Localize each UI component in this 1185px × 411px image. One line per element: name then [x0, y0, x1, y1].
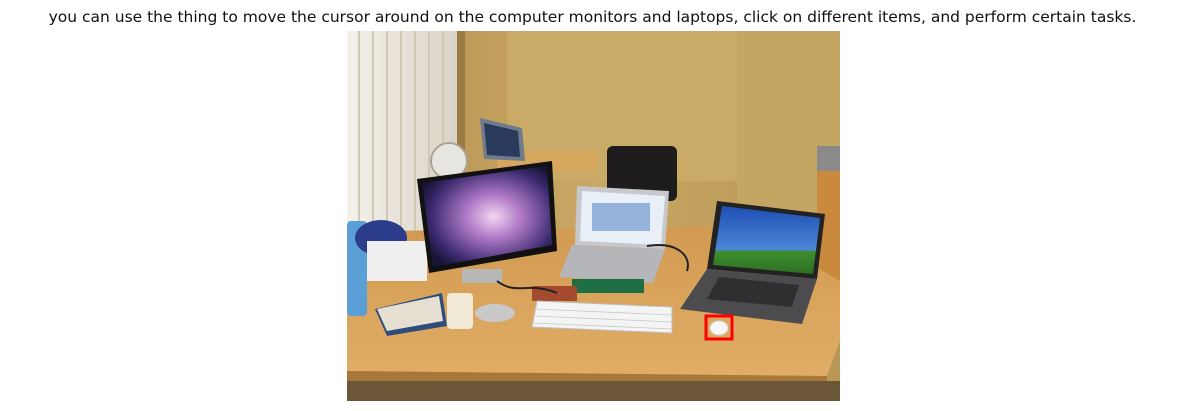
figure-caption: you can use the thing to move the cursor… [48, 8, 1137, 26]
office-desk-photo [347, 31, 840, 401]
